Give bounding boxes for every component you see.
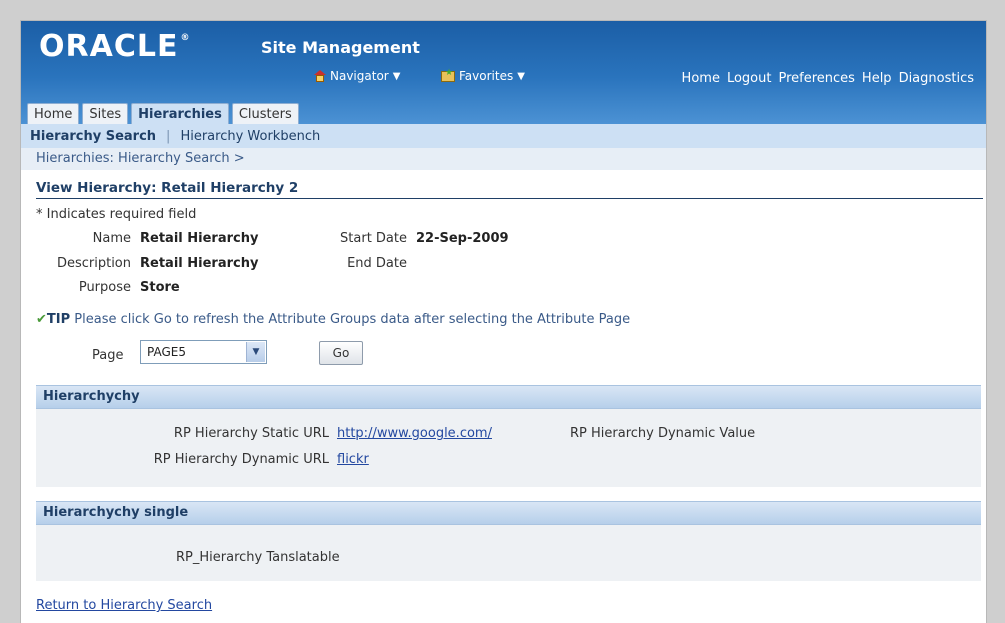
global-link-help[interactable]: Help	[862, 71, 892, 86]
section-hierarchychy: Hierarchychy RP Hierarchy Static URL htt…	[36, 385, 981, 487]
logo-text: ORACLE	[39, 29, 179, 64]
return-to-search-link[interactable]: Return to Hierarchy Search	[36, 598, 212, 613]
navigator-label: Navigator	[330, 69, 389, 83]
go-button[interactable]: Go	[319, 341, 363, 365]
check-icon: ✔	[36, 312, 47, 327]
favorites-menu[interactable]: Favorites ▼	[441, 68, 525, 83]
app-window: ORACLE® Site Management Navigator ▼ Favo…	[20, 20, 987, 623]
page-label: Page	[92, 348, 124, 363]
tab-clusters[interactable]: Clusters	[231, 103, 299, 124]
tab-hierarchies[interactable]: Hierarchies	[131, 103, 229, 124]
breadcrumb[interactable]: Hierarchies: Hierarchy Search >	[21, 148, 986, 170]
subtab-hierarchy-workbench[interactable]: Hierarchy Workbench	[180, 129, 320, 144]
navigator-menu[interactable]: Navigator ▼	[314, 69, 400, 83]
purpose-value: Store	[140, 280, 180, 295]
tab-home[interactable]: Home	[27, 103, 80, 124]
global-link-home[interactable]: Home	[682, 71, 720, 86]
required-field-note: * Indicates required field	[36, 207, 197, 222]
subtab-bar: Hierarchy Search | Hierarchy Workbench	[21, 124, 986, 148]
start-date-value: 22-Sep-2009	[416, 231, 509, 246]
name-value: Retail Hierarchy	[140, 231, 259, 246]
global-link-diagnostics[interactable]: Diagnostics	[899, 71, 974, 86]
name-label: Name	[92, 231, 131, 246]
description-label: Description	[56, 256, 131, 271]
tab-bar: Home Sites Hierarchies Clusters	[27, 103, 299, 124]
page-select-value: PAGE5	[147, 345, 186, 359]
end-date-label: End Date	[347, 256, 407, 271]
chevron-down-icon[interactable]: ▼	[246, 342, 265, 362]
static-url-label: RP Hierarchy Static URL	[173, 426, 329, 441]
description-value: Retail Hierarchy	[140, 256, 259, 271]
static-url-link[interactable]: http://www.google.com/	[337, 426, 492, 441]
caret-down-icon: ▼	[517, 70, 525, 82]
page-title: View Hierarchy: Retail Hierarchy 2	[36, 180, 983, 199]
caret-down-icon: ▼	[392, 70, 401, 82]
section-header: Hierarchychy single	[36, 501, 981, 525]
tip-message: ✔TIP Please click Go to refresh the Attr…	[36, 312, 630, 327]
subtab-hierarchy-search[interactable]: Hierarchy Search	[30, 129, 156, 144]
translatable-label: RP_Hierarchy Tanslatable	[176, 550, 340, 565]
tip-text: Please click Go to refresh the Attribute…	[70, 312, 631, 327]
page-select[interactable]: PAGE5 ▼	[140, 340, 267, 364]
global-links: Home Logout Preferences Help Diagnostics	[682, 71, 974, 86]
purpose-label: Purpose	[78, 280, 131, 295]
section-header: Hierarchychy	[36, 385, 981, 409]
breadcrumb-link[interactable]: Hierarchies: Hierarchy Search >	[36, 151, 245, 166]
app-title: Site Management	[261, 38, 420, 57]
start-date-label: Start Date	[340, 231, 407, 246]
home-icon	[314, 70, 326, 82]
dynamic-url-label: RP Hierarchy Dynamic URL	[153, 452, 329, 467]
logo-mark: ®	[180, 33, 191, 43]
global-link-preferences[interactable]: Preferences	[778, 71, 854, 86]
tip-label: TIP	[46, 312, 71, 327]
dynamic-value-label: RP Hierarchy Dynamic Value	[570, 426, 756, 441]
favorites-icon	[441, 68, 455, 82]
oracle-logo: ORACLE ®	[39, 29, 190, 64]
header-banner: ORACLE® Site Management Navigator ▼ Favo…	[21, 21, 986, 124]
dynamic-url-link[interactable]: flickr	[337, 452, 369, 467]
favorites-label: Favorites	[459, 69, 514, 83]
global-link-logout[interactable]: Logout	[727, 71, 772, 86]
tab-sites[interactable]: Sites	[82, 103, 129, 124]
section-hierarchychy-single: Hierarchychy single RP_Hierarchy Tanslat…	[36, 501, 981, 581]
subtab-separator: |	[166, 128, 171, 144]
